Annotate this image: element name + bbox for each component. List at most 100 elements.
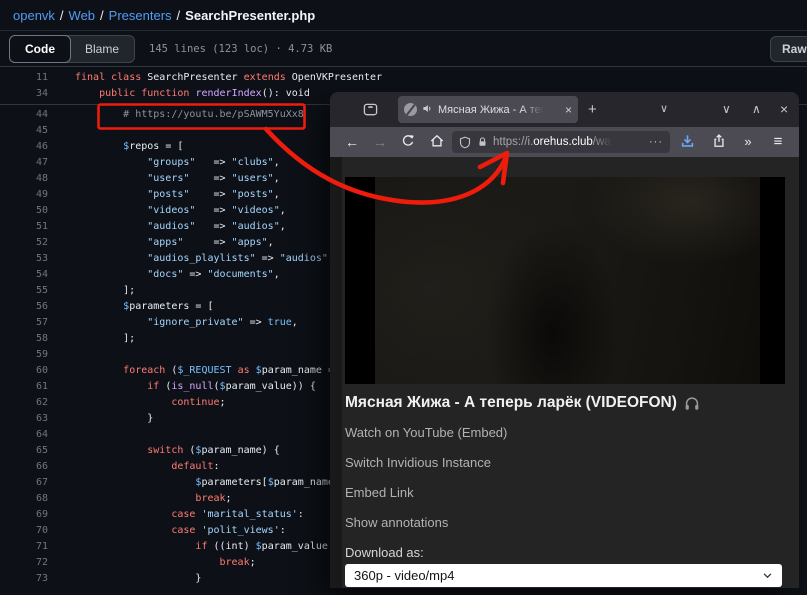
downloads-button[interactable] <box>678 127 696 157</box>
line-number[interactable]: 54 <box>0 267 48 283</box>
line-number[interactable]: 44 <box>0 107 48 123</box>
video-action-link[interactable]: Switch Invidious Instance <box>345 455 507 470</box>
tab-title: Мясная Жижа - А теп <box>438 104 544 116</box>
overflow-button[interactable]: » <box>739 127 757 157</box>
code-text: $parameters[$param_name] <box>75 475 340 491</box>
page-actions-button[interactable]: ··· <box>649 136 663 148</box>
video-action-link[interactable]: Watch on YouTube (Embed) <box>345 425 507 440</box>
back-button[interactable]: ← <box>344 127 360 157</box>
home-icon[interactable] <box>429 127 445 157</box>
line-number[interactable]: 56 <box>0 299 48 315</box>
blame-tab[interactable]: Blame <box>70 36 134 62</box>
line-number[interactable]: 66 <box>0 459 48 475</box>
line-number[interactable]: 58 <box>0 331 48 347</box>
line-number[interactable]: 55 <box>0 283 48 299</box>
download-format-select[interactable]: 360p - video/mp4 <box>345 564 782 587</box>
video-player[interactable] <box>345 177 785 384</box>
firefox-view-icon[interactable] <box>363 102 378 117</box>
code-text: public function renderIndex(): void <box>75 86 310 102</box>
file-toolbar: Code Blame 145 lines (123 loc) · 4.73 KB… <box>0 32 807 67</box>
code-text: ]; <box>75 331 135 347</box>
video-action-link[interactable]: Embed Link <box>345 485 507 500</box>
file-meta: 145 lines (123 loc) · 4.73 KB <box>149 43 332 55</box>
line-number[interactable]: 52 <box>0 235 48 251</box>
list-tabs-button[interactable]: ∨ <box>660 92 668 127</box>
line-number[interactable]: 34 <box>0 86 48 102</box>
line-number[interactable]: 45 <box>0 123 48 139</box>
raw-button[interactable]: Raw <box>770 36 807 62</box>
line-number[interactable]: 51 <box>0 219 48 235</box>
maximize-button[interactable]: ∧ <box>752 92 761 127</box>
share-icon[interactable] <box>710 127 728 157</box>
line-number[interactable]: 73 <box>0 571 48 587</box>
breadcrumb-separator: / <box>100 8 104 23</box>
code-text: $parameters = [ <box>75 299 214 315</box>
url-bar[interactable]: https://i. orehus.club /wat ··· <box>452 131 670 153</box>
site-favicon <box>404 103 417 116</box>
code-text: } <box>75 571 201 587</box>
forward-button[interactable]: → <box>372 127 388 157</box>
breadcrumb-dir-web-link[interactable]: Web <box>69 8 96 23</box>
browser-navbar: ← → https://i. orehus.club /wat ··· <box>330 127 799 157</box>
lock-icon[interactable] <box>477 136 488 148</box>
line-number[interactable]: 61 <box>0 379 48 395</box>
code-tab[interactable]: Code <box>9 35 71 63</box>
breadcrumb: openvk / Web / Presenters / SearchPresen… <box>0 0 807 31</box>
minimize-button[interactable]: ∨ <box>722 92 731 127</box>
line-number[interactable]: 57 <box>0 315 48 331</box>
line-number[interactable]: 72 <box>0 555 48 571</box>
line-number[interactable]: 69 <box>0 507 48 523</box>
line-number[interactable]: 59 <box>0 347 48 363</box>
breadcrumb-file: SearchPresenter.php <box>185 8 315 23</box>
line-number[interactable]: 48 <box>0 171 48 187</box>
select-chevron-icon <box>762 570 773 581</box>
line-number[interactable]: 70 <box>0 523 48 539</box>
line-number[interactable]: 53 <box>0 251 48 267</box>
video-frame <box>375 177 760 384</box>
code-text: final class SearchPresenter extends Open… <box>75 70 382 86</box>
line-number[interactable]: 46 <box>0 139 48 155</box>
line-number[interactable]: 60 <box>0 363 48 379</box>
breadcrumb-separator: / <box>60 8 64 23</box>
tab-close-button[interactable]: × <box>565 103 572 117</box>
tab-audio-playing-icon[interactable] <box>422 101 433 119</box>
headphones-icon <box>684 396 700 411</box>
breadcrumb-dir-presenters-link[interactable]: Presenters <box>109 8 172 23</box>
line-number[interactable]: 11 <box>0 70 48 86</box>
line-number[interactable]: 49 <box>0 187 48 203</box>
line-number[interactable]: 68 <box>0 491 48 507</box>
code-text: "audios_playlists" => "audios", <box>75 251 334 267</box>
code-text: if (is_null($param_value)) { <box>75 379 316 395</box>
line-number[interactable]: 47 <box>0 155 48 171</box>
menu-button[interactable]: ≡ <box>769 127 787 157</box>
invidious-page: Мясная Жижа - А теперь ларёк (VIDEOFON) … <box>330 157 799 588</box>
line-number[interactable]: 65 <box>0 443 48 459</box>
code-text: "groups" => "clubs", <box>75 155 280 171</box>
code-text: } <box>75 411 153 427</box>
download-as-label: Download as: <box>345 545 424 560</box>
line-number[interactable]: 62 <box>0 395 48 411</box>
code-text: "audios" => "audios", <box>75 219 286 235</box>
code-blame-toggle: Code Blame <box>9 35 135 63</box>
code-text: if ((int) $param_value = <box>75 539 340 555</box>
tracking-shield-icon[interactable] <box>459 136 471 149</box>
new-tab-button[interactable]: + <box>588 92 597 127</box>
code-text: case 'polit_views': <box>75 523 286 539</box>
breadcrumb-repo-link[interactable]: openvk <box>13 8 55 23</box>
line-number[interactable]: 50 <box>0 203 48 219</box>
code-text: continue; <box>75 395 226 411</box>
screenshot-root: openvk / Web / Presenters / SearchPresen… <box>0 0 807 595</box>
window-close-button[interactable]: × <box>780 92 788 127</box>
code-text: ]; <box>75 283 135 299</box>
video-action-link[interactable]: Show annotations <box>345 515 507 530</box>
reload-icon[interactable] <box>400 127 416 157</box>
url-scheme: https://i. <box>493 136 533 148</box>
line-number[interactable]: 71 <box>0 539 48 555</box>
browser-titlebar[interactable]: Мясная Жижа - А теп × + ∨ ∨ ∧ × <box>330 92 799 127</box>
code-text: default: <box>75 459 220 475</box>
line-number[interactable]: 63 <box>0 411 48 427</box>
browser-tab[interactable]: Мясная Жижа - А теп × <box>398 96 578 123</box>
line-number[interactable]: 64 <box>0 427 48 443</box>
line-number[interactable]: 67 <box>0 475 48 491</box>
code-text: # https://youtu.be/pSAWM5YuXx8 <box>75 107 304 123</box>
